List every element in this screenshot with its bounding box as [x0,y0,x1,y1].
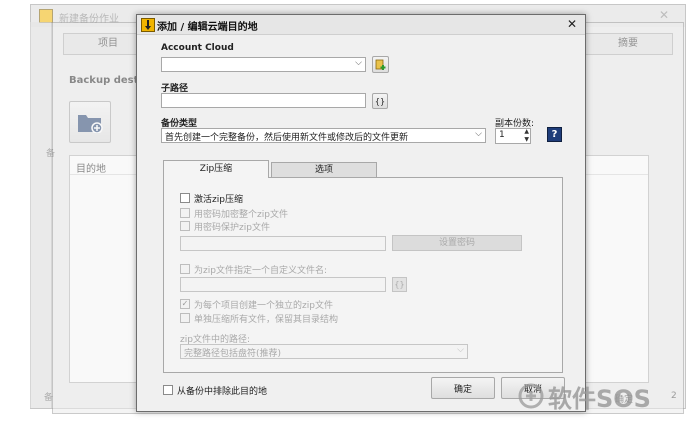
folder-add-icon [78,115,103,133]
stepper-arrows-icon[interactable]: ▲ ▼ [524,128,529,144]
background-close-icon[interactable]: ✕ [659,8,669,22]
help-icon: ? [551,129,558,140]
protect-zip-checkbox[interactable] [180,221,190,231]
custom-name-variables-button[interactable]: {} [392,277,407,292]
ok-button[interactable]: 确定 [431,377,495,399]
app-icon [39,9,53,23]
per-item-checkbox[interactable]: ✓ [180,299,190,309]
side-label-1: 备 [46,149,56,159]
per-item-label: 为每个项目创建一个独立的zip文件 [194,301,333,311]
backup-type-select[interactable]: 首先创建一个完整备份，然后使用新文件或修改后的文件更新 ⌵ [161,128,486,143]
watermark-text: 软件SOS [548,384,651,413]
watermark: 软件SOS [518,378,688,414]
single-file-checkbox[interactable] [180,313,190,323]
dialog-title: 添加 / 编辑云端目的地 [157,22,258,33]
chevron-down-icon: ⌵ [355,58,362,68]
zip-path-select[interactable]: 完整路径包括盘符(推荐) ⌵ [180,344,468,359]
custom-name-label: 为zip文件指定一个自定义文件名: [194,266,327,276]
enable-zip-checkbox[interactable] [180,193,190,203]
encrypt-zip-checkbox[interactable] [180,208,190,218]
dialog-app-icon [141,18,155,32]
set-password-button[interactable]: 设置密码 [392,235,522,251]
help-button[interactable]: ? [547,127,562,142]
password-field[interactable] [180,236,386,251]
add-account-button[interactable] [372,56,389,73]
tab-options[interactable]: 选项 [271,162,377,178]
custom-name-field[interactable] [180,277,386,292]
protect-zip-label: 用密码保护zip文件 [194,223,270,233]
copies-value: 1 [499,130,505,140]
dialog-titlebar: 添加 / 编辑云端目的地 ✕ [137,15,585,35]
copies-stepper[interactable]: 1 ▲ ▼ [495,128,531,144]
chevron-down-icon: ⌵ [475,129,482,139]
account-cloud-label: Account Cloud [161,43,234,53]
subpath-variables-button[interactable]: {} [372,93,388,109]
watermark-logo-icon [518,383,544,409]
single-file-label: 单独压缩所有文件，保留其目录结构 [194,315,339,325]
enable-zip-label: 激活zip压缩 [194,195,243,205]
zip-tab-panel: 激活zip压缩 用密码加密整个zip文件 用密码保护zip文件 设置密码 为zi… [163,177,563,373]
encrypt-zip-label: 用密码加密整个zip文件 [194,210,288,220]
list-header-destination: 目的地 [76,164,106,175]
add-account-icon [375,59,385,70]
exclude-destination-label: 从备份中排除此目的地 [177,387,268,397]
subpath-input[interactable] [161,93,366,108]
chevron-down-icon: ⌵ [457,345,464,355]
outer-left-panel: 备 备 [30,22,56,408]
dialog-close-icon[interactable]: ✕ [567,17,577,31]
exclude-destination-checkbox[interactable] [163,385,173,395]
zip-path-value: 完整路径包括盘符(推荐) [184,349,282,359]
tab-summary-bg[interactable]: 摘要 [583,33,673,55]
account-cloud-select[interactable]: ⌵ [161,57,366,72]
side-label-2: 备 [44,393,54,403]
tab-zip-compression[interactable]: Zip压缩 [163,160,269,178]
custom-name-checkbox[interactable] [180,264,190,274]
backup-type-value: 首先创建一个完整备份，然后使用新文件或修改后的文件更新 [165,133,409,143]
cloud-destination-dialog: 添加 / 编辑云端目的地 ✕ Account Cloud ⌵ 子路径 {} 备份… [136,14,586,412]
add-destination-button[interactable] [69,101,111,143]
